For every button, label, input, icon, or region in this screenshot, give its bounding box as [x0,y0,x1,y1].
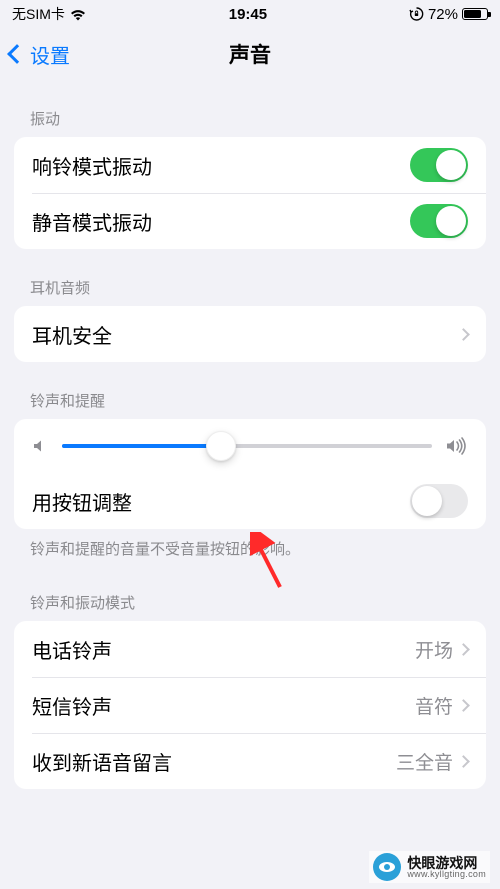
ringtone-label: 电话铃声 [32,635,415,664]
watermark: 快眼游戏网 www.kyllgting.com [369,851,490,883]
nav-bar: 设置 声音 [0,28,500,80]
row-silent-vibrate[interactable]: 静音模式振动 [14,193,486,249]
battery-icon [462,8,488,20]
chevron-right-icon [457,699,470,712]
silent-vibrate-toggle[interactable] [410,204,468,238]
watermark-logo-icon [373,853,401,881]
page-title: 声音 [0,39,500,69]
change-with-buttons-toggle[interactable] [410,484,468,518]
chevron-right-icon [457,643,470,656]
speaker-high-icon [446,437,468,455]
ring-vibrate-toggle[interactable] [410,148,468,182]
chevron-right-icon [457,328,470,341]
wifi-icon [69,8,87,21]
section-header-patterns: 铃声和振动模式 [0,564,500,621]
row-ringtone[interactable]: 电话铃声 开场 [14,621,486,677]
section-header-ringer: 铃声和提醒 [0,362,500,419]
voicemail-label: 收到新语音留言 [32,747,396,776]
status-time: 19:45 [229,6,267,23]
row-voicemail[interactable]: 收到新语音留言 三全音 [14,733,486,789]
ringer-footer: 铃声和提醒的音量不受音量按钮的影响。 [0,529,500,564]
text-tone-label: 短信铃声 [32,691,415,720]
row-ring-vibrate[interactable]: 响铃模式振动 [14,137,486,193]
battery-pct: 72% [428,6,458,23]
change-with-buttons-label: 用按钮调整 [32,487,410,516]
volume-slider[interactable] [62,444,432,448]
row-change-with-buttons[interactable]: 用按钮调整 [14,473,486,529]
status-bar: 无SIM卡 19:45 72% [0,0,500,28]
voicemail-value: 三全音 [396,748,453,775]
row-headphone-safety[interactable]: 耳机安全 [14,306,486,362]
silent-vibrate-label: 静音模式振动 [32,207,410,236]
text-tone-value: 音符 [415,692,453,719]
watermark-url: www.kyllgting.com [407,870,486,879]
watermark-title: 快眼游戏网 [407,856,486,870]
group-vibration: 响铃模式振动 静音模式振动 [14,137,486,249]
rotation-lock-icon [409,7,424,22]
headphone-safety-label: 耳机安全 [32,320,459,349]
group-ringer: 用按钮调整 [14,419,486,529]
group-patterns: 电话铃声 开场 短信铃声 音符 收到新语音留言 三全音 [14,621,486,789]
chevron-right-icon [457,755,470,768]
ringtone-value: 开场 [415,636,453,663]
ring-vibrate-label: 响铃模式振动 [32,151,410,180]
row-volume-slider [14,419,486,473]
section-header-vibration: 振动 [0,80,500,137]
section-header-headphone: 耳机音频 [0,249,500,306]
slider-thumb[interactable] [206,431,236,461]
sim-status: 无SIM卡 [12,4,65,24]
group-headphone: 耳机安全 [14,306,486,362]
speaker-low-icon [32,438,48,454]
row-text-tone[interactable]: 短信铃声 音符 [14,677,486,733]
